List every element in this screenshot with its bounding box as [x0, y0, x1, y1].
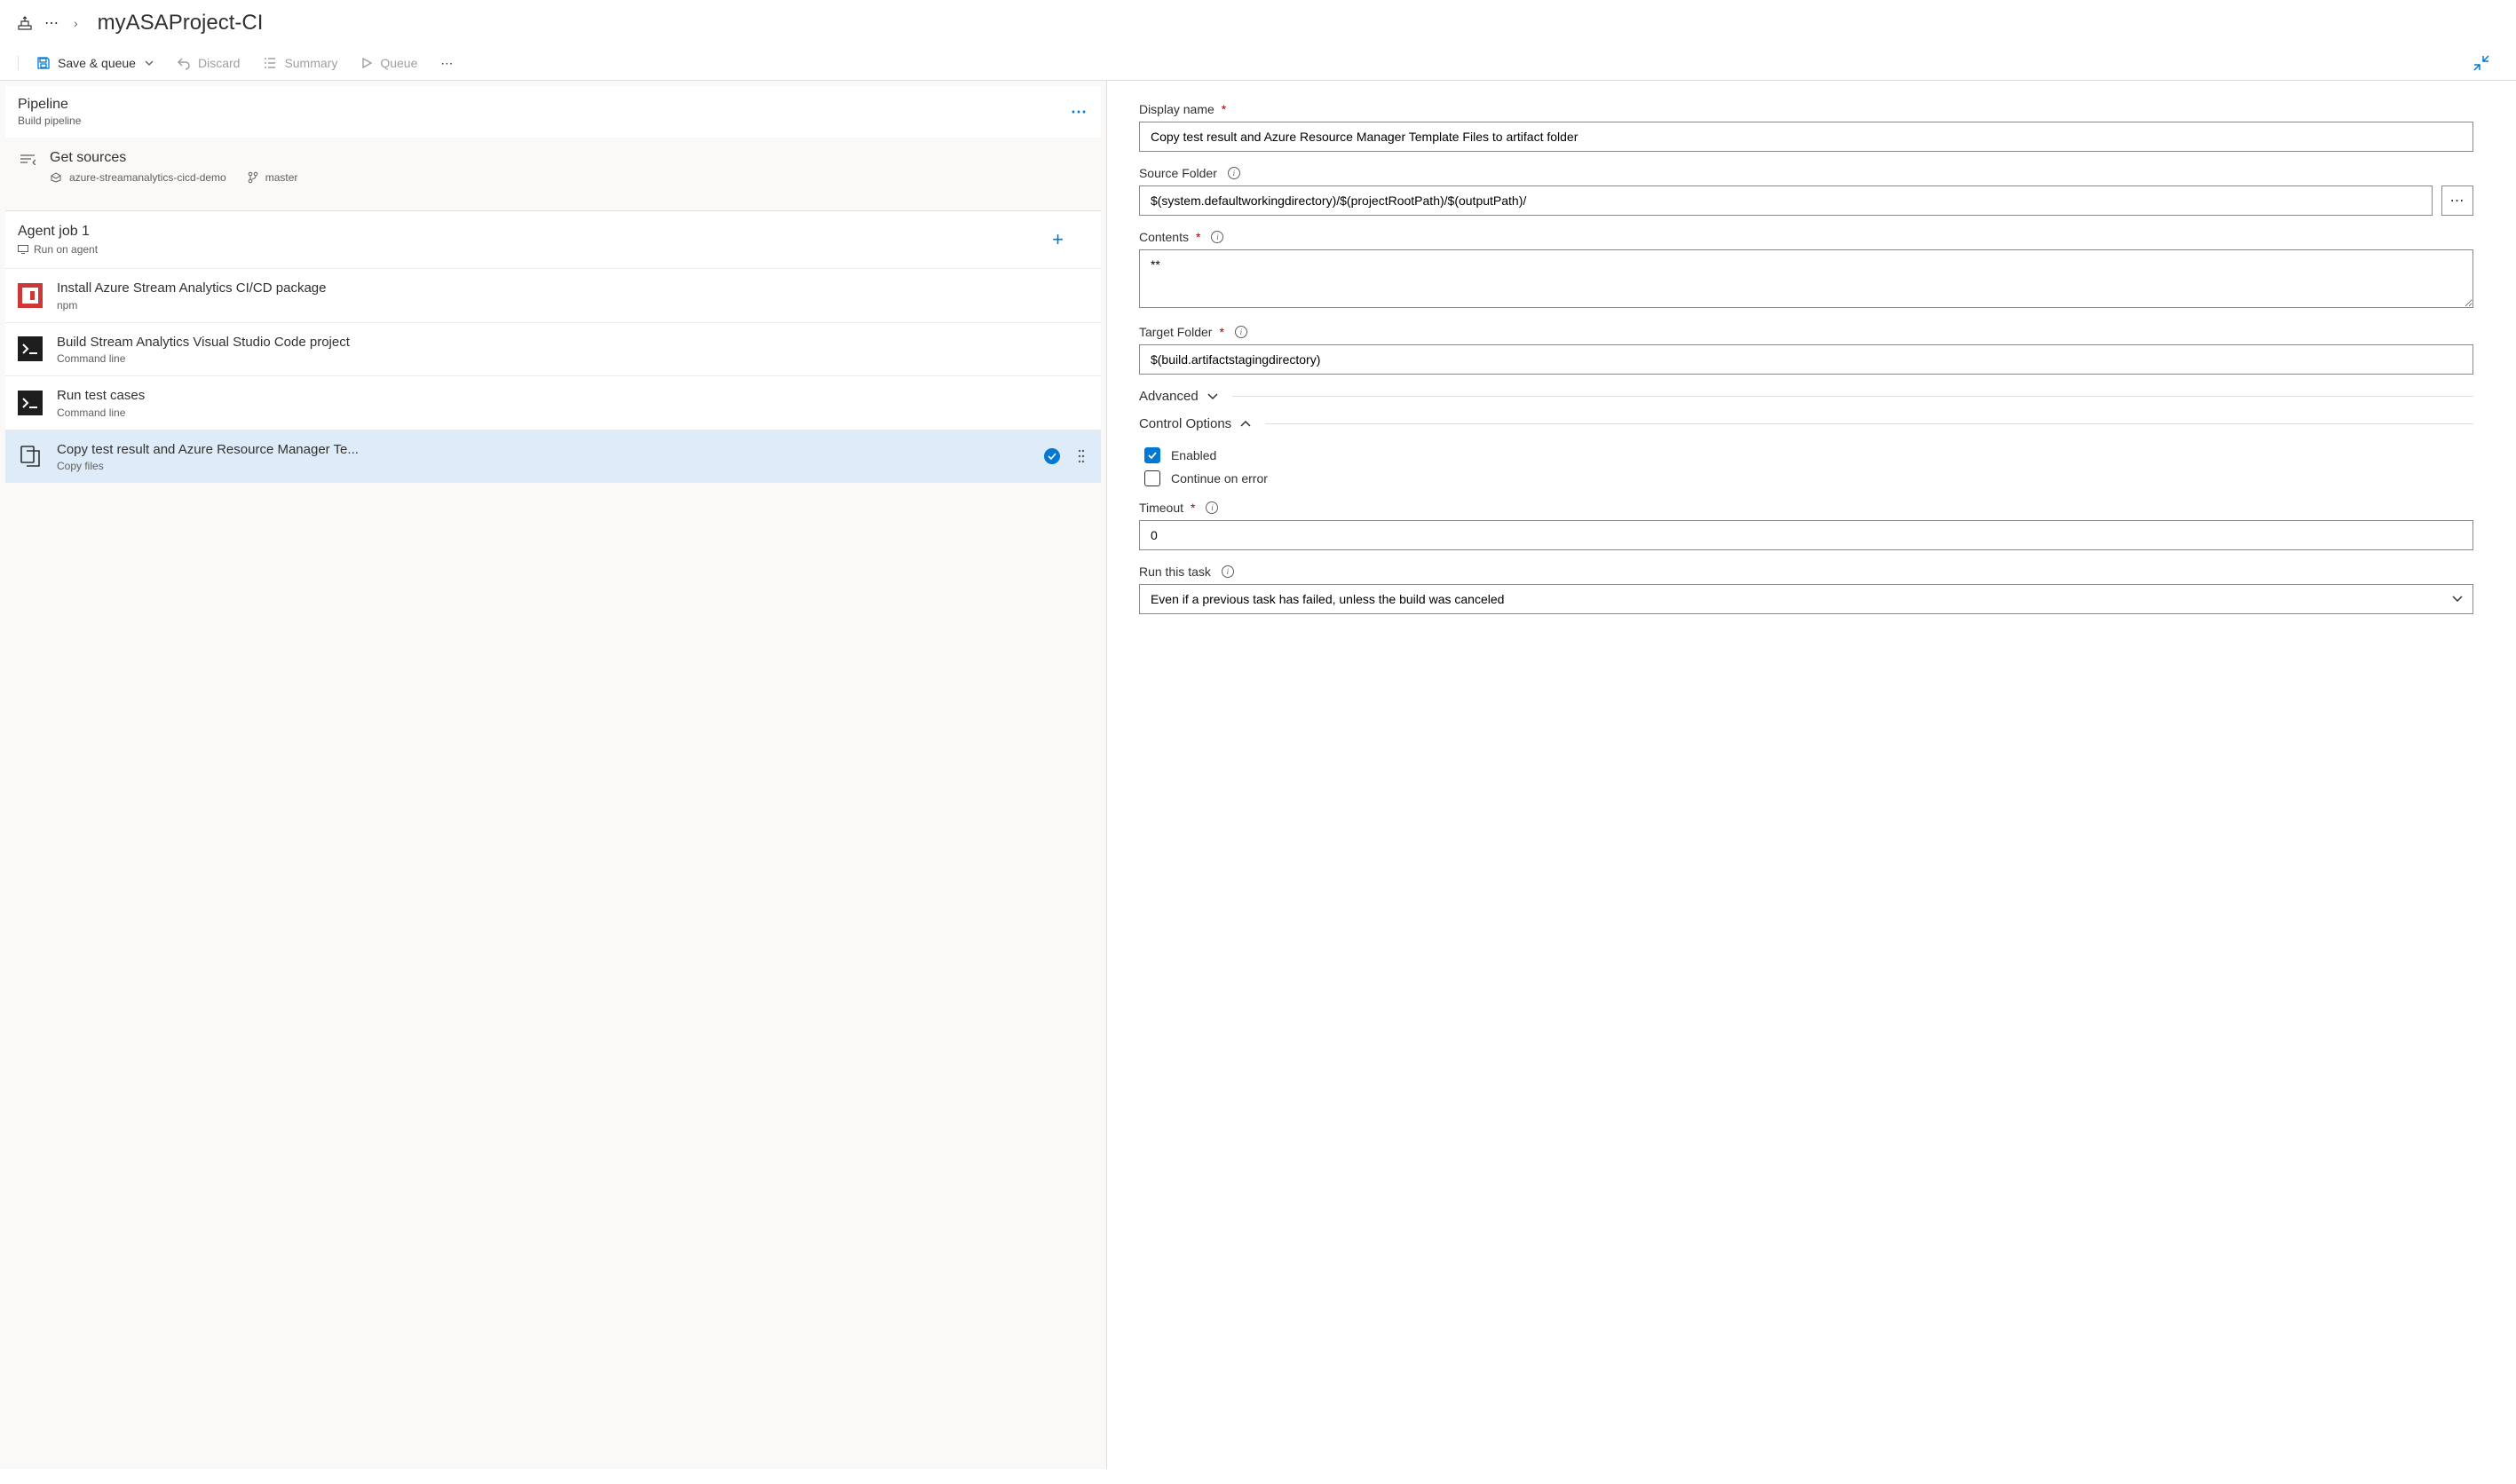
breadcrumb: ⋯ › myASAProject-CI — [0, 0, 2516, 46]
run-this-task-select[interactable] — [1139, 584, 2473, 614]
task-details-panel: Display name * Source Folder i ⋯ Content… — [1107, 81, 2516, 1469]
continue-on-error-label: Continue on error — [1171, 471, 1268, 485]
branch-name: master — [265, 171, 298, 184]
info-icon[interactable]: i — [1228, 167, 1240, 179]
toolbar-more[interactable]: ⋯ — [440, 56, 453, 71]
task-row[interactable]: Build Stream Analytics Visual Studio Cod… — [5, 322, 1101, 376]
discard-button[interactable]: Discard — [177, 56, 240, 70]
pipeline-icon — [18, 16, 32, 30]
toolbar: Save & queue Discard Summary Queue ⋯ — [0, 46, 2516, 81]
contents-label: Contents — [1139, 230, 1189, 244]
chevron-down-icon — [1207, 393, 1218, 400]
tasks-panel: Pipeline Build pipeline ⋯ Get sources az… — [0, 81, 1107, 1469]
task-row[interactable]: Run test cases Command line — [5, 375, 1101, 430]
get-sources-title: Get sources — [50, 150, 1088, 171]
run-this-task-label: Run this task — [1139, 564, 1211, 579]
summary-button[interactable]: Summary — [263, 56, 337, 70]
play-icon — [360, 57, 373, 69]
repo-name: azure-streamanalytics-cicd-demo — [69, 171, 226, 184]
task-row-selected[interactable]: Copy test result and Azure Resource Mana… — [5, 430, 1101, 484]
control-options-section[interactable]: Control Options — [1139, 416, 2473, 431]
task-title: Run test cases — [57, 387, 1088, 405]
pipeline-more[interactable]: ⋯ — [1071, 103, 1088, 122]
copy-icon — [18, 444, 43, 469]
pipeline-row[interactable]: Pipeline Build pipeline ⋯ — [5, 86, 1101, 138]
source-folder-input[interactable] — [1139, 186, 2433, 216]
npm-icon — [18, 283, 43, 308]
info-icon[interactable]: i — [1206, 501, 1218, 514]
branch-icon — [248, 171, 258, 184]
display-name-input[interactable] — [1139, 122, 2473, 152]
pipeline-subtitle: Build pipeline — [18, 114, 81, 127]
agent-job-title: Agent job 1 — [18, 224, 98, 240]
continue-on-error-checkbox[interactable] — [1144, 470, 1160, 486]
task-title: Copy test result and Azure Resource Mana… — [57, 441, 376, 459]
save-queue-button[interactable]: Save & queue — [18, 56, 154, 70]
agent-icon — [18, 245, 28, 254]
task-row[interactable]: Install Azure Stream Analytics CI/CD pac… — [5, 268, 1101, 322]
agent-job-row[interactable]: Agent job 1 Run on agent + — [5, 210, 1101, 268]
enabled-label: Enabled — [1171, 448, 1216, 462]
advanced-section[interactable]: Advanced — [1139, 389, 2473, 404]
exit-fullscreen-icon[interactable] — [2473, 55, 2498, 71]
save-icon — [36, 56, 51, 70]
display-name-label: Display name — [1139, 102, 1214, 116]
check-badge-icon — [1044, 448, 1060, 464]
info-icon[interactable]: i — [1211, 231, 1223, 243]
drag-handle-icon[interactable] — [1074, 449, 1088, 463]
chevron-up-icon — [1240, 421, 1251, 428]
task-subtitle: Copy files — [57, 460, 1030, 472]
task-subtitle: Command line — [57, 352, 1088, 365]
queue-button[interactable]: Queue — [360, 56, 417, 70]
get-sources-row[interactable]: Get sources azure-streamanalytics-cicd-d… — [5, 141, 1101, 196]
undo-icon — [177, 56, 191, 70]
timeout-input[interactable] — [1139, 520, 2473, 550]
task-title: Build Stream Analytics Visual Studio Cod… — [57, 334, 1088, 351]
info-icon[interactable]: i — [1222, 565, 1234, 578]
required-marker: * — [1222, 102, 1226, 116]
required-marker: * — [1219, 325, 1223, 339]
enabled-checkbox[interactable] — [1144, 447, 1160, 463]
get-sources-icon — [18, 150, 37, 165]
chevron-down-icon — [145, 60, 154, 66]
task-title: Install Azure Stream Analytics CI/CD pac… — [57, 280, 1088, 297]
info-icon[interactable]: i — [1235, 326, 1247, 338]
required-marker: * — [1196, 230, 1200, 244]
target-folder-input[interactable] — [1139, 344, 2473, 375]
task-subtitle: npm — [57, 299, 1088, 312]
page-title[interactable]: myASAProject-CI — [98, 11, 264, 36]
add-task-button[interactable]: + — [1052, 228, 1088, 251]
main: Pipeline Build pipeline ⋯ Get sources az… — [0, 81, 2516, 1469]
terminal-icon — [18, 336, 43, 361]
contents-textarea[interactable] — [1139, 249, 2473, 308]
terminal-icon — [18, 391, 43, 415]
timeout-label: Timeout — [1139, 501, 1183, 515]
repo-icon — [50, 172, 62, 183]
list-icon — [263, 56, 277, 70]
pipeline-title: Pipeline — [18, 97, 81, 113]
target-folder-label: Target Folder — [1139, 325, 1212, 339]
task-subtitle: Command line — [57, 407, 1088, 419]
chevron-right-icon: › — [72, 16, 80, 30]
browse-button[interactable]: ⋯ — [2441, 186, 2473, 216]
source-folder-label: Source Folder — [1139, 166, 1217, 180]
required-marker: * — [1191, 501, 1195, 515]
breadcrumb-more[interactable]: ⋯ — [44, 14, 59, 32]
